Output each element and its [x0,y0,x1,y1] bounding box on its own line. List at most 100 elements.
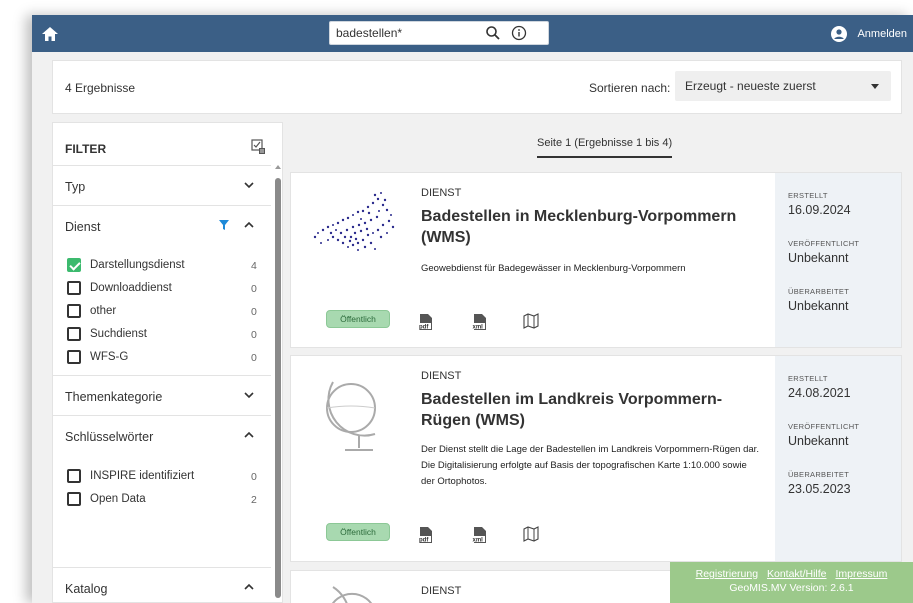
footer-link-kontakt[interactable]: Kontakt/Hilfe [767,568,827,580]
section-label: Katalog [65,582,108,596]
result-card[interactable]: DIENST Badestellen im Landkreis Vorpomme… [290,355,902,562]
revised-date: Unbekannt [788,299,849,313]
svg-text:xml: xml [473,538,484,544]
checkbox[interactable] [67,327,81,341]
option-label: other [90,305,117,317]
filter-scrollbar[interactable] [275,178,281,598]
version-label: GeoMIS.MV Version: 2.6.1 [729,582,854,594]
filter-section-katalog[interactable]: Katalog [53,567,271,602]
filter-option-downloaddienst[interactable]: Downloaddienst 0 [53,278,271,300]
revised-date: 23.05.2023 [788,482,851,496]
access-badge: Öffentlich [326,523,390,541]
pdf-icon[interactable]: pdf [418,526,434,544]
result-card[interactable]: DIENST Badestellen in Mecklenburg-Vorpom… [290,172,902,348]
card-metadata-panel: ERSTELLT 24.08.2021 VERÖFFENTLICHT Unbek… [775,356,901,561]
footer-link-impressum[interactable]: Impressum [835,568,887,580]
chevron-up-icon [244,221,254,228]
map-thumbnail [303,185,403,268]
card-title[interactable]: Badestellen im Landkreis Vorpommern-Rüge… [421,389,761,431]
svg-text:xml: xml [473,325,484,331]
login-button[interactable]: Anmelden [831,24,907,44]
filter-section-typ[interactable]: Typ [53,165,271,205]
created-label: ERSTELLT [788,191,828,200]
search-box [329,21,549,45]
user-icon [831,26,848,42]
sort-value: Erzeugt - neueste zuerst [685,79,816,93]
revised-label: ÜBERARBEITET [788,287,850,296]
section-label: Dienst [65,220,101,234]
login-label: Anmelden [857,28,907,40]
checkbox[interactable] [67,350,81,364]
option-count: 0 [251,471,257,483]
option-label: Suchdienst [90,328,147,340]
filter-option-inspire[interactable]: INSPIRE identifiziert 0 [53,466,271,488]
results-toolbar: 4 Ergebnisse Sortieren nach: Erzeugt - n… [52,60,902,114]
option-label: WFS-G [90,351,129,363]
card-description: Geowebdienst für Badegewässer in Mecklen… [421,263,686,274]
svg-text:pdf: pdf [419,325,429,331]
filter-section-schluesselwoerter[interactable]: Schlüsselwörter [53,415,271,455]
sort-label: Sortieren nach: [589,81,671,95]
xml-icon[interactable]: xml [472,526,488,544]
checkbox[interactable] [67,469,81,483]
caret-down-icon [871,84,879,89]
results-count: 4 Ergebnisse [65,81,136,95]
card-description: Der Dienst stellt die Lage der Badestell… [421,444,759,487]
info-icon[interactable] [511,25,527,41]
pdf-icon[interactable]: pdf [418,313,434,331]
card-type: DIENST [421,370,462,382]
xml-icon[interactable]: xml [472,313,488,331]
app-window: Anmelden 4 Ergebnisse Sortieren nach: Er… [32,15,913,603]
pagination-label: Seite 1 (Ergebnisse 1 bis 4) [537,137,673,158]
search-icon[interactable] [485,25,501,41]
created-label: ERSTELLT [788,374,828,383]
footer-link-registrierung[interactable]: Registrierung [696,568,758,580]
published-label: VERÖFFENTLICHT [788,422,860,431]
search-input[interactable] [336,24,476,42]
option-label: INSPIRE identifiziert [90,470,195,482]
card-metadata-panel: ERSTELLT 16.09.2024 VERÖFFENTLICHT Unbek… [775,173,901,347]
filter-section-dienst[interactable]: Dienst [53,205,271,245]
scroll-up-arrow[interactable] [275,165,281,169]
filter-option-open-data[interactable]: Open Data 2 [53,489,271,511]
map-icon[interactable] [523,313,539,331]
published-date: Unbekannt [788,434,849,448]
filter-section-themenkategorie[interactable]: Themenkategorie [53,375,271,415]
published-date: Unbekannt [788,251,849,265]
checkbox-checked[interactable] [67,258,81,272]
top-navigation-bar: Anmelden [32,15,913,52]
globe-icon [319,581,389,603]
filter-panel: FILTER Typ Dienst Darstellungsdienst 4 D… [52,122,283,603]
chevron-down-icon [244,182,254,189]
option-count: 0 [251,306,257,318]
footer: Registrierung Kontakt/Hilfe Impressum Ge… [670,562,913,603]
home-icon[interactable] [40,24,60,44]
card-title[interactable]: Badestellen in Mecklenburg-Vorpommern (W… [421,206,761,248]
section-label: Themenkategorie [65,390,163,404]
filter-option-wfs-g[interactable]: WFS-G 0 [53,347,271,369]
access-badge: Öffentlich [326,310,390,328]
map-icon[interactable] [523,526,539,544]
checkbox[interactable] [67,492,81,506]
checkbox[interactable] [67,304,81,318]
card-type: DIENST [421,585,462,597]
filter-title: FILTER [65,142,107,156]
option-label: Downloaddienst [90,282,172,294]
created-date: 16.09.2024 [788,203,851,217]
created-date: 24.08.2021 [788,386,851,400]
option-count: 0 [251,352,257,364]
section-label: Schlüsselwörter [65,430,154,444]
filter-option-other[interactable]: other 0 [53,301,271,323]
sort-dropdown[interactable]: Erzeugt - neueste zuerst [675,71,891,101]
filter-option-suchdienst[interactable]: Suchdienst 0 [53,324,271,346]
clear-filter-icon[interactable] [251,139,267,155]
chevron-up-icon [244,431,254,438]
card-type: DIENST [421,187,462,199]
section-label: Typ [65,180,86,194]
svg-text:pdf: pdf [419,538,429,544]
revised-label: ÜBERARBEITET [788,470,850,479]
checkbox[interactable] [67,281,81,295]
globe-icon [319,370,389,463]
filter-option-darstellungsdienst[interactable]: Darstellungsdienst 4 [53,255,271,277]
chevron-up-icon [244,583,254,590]
